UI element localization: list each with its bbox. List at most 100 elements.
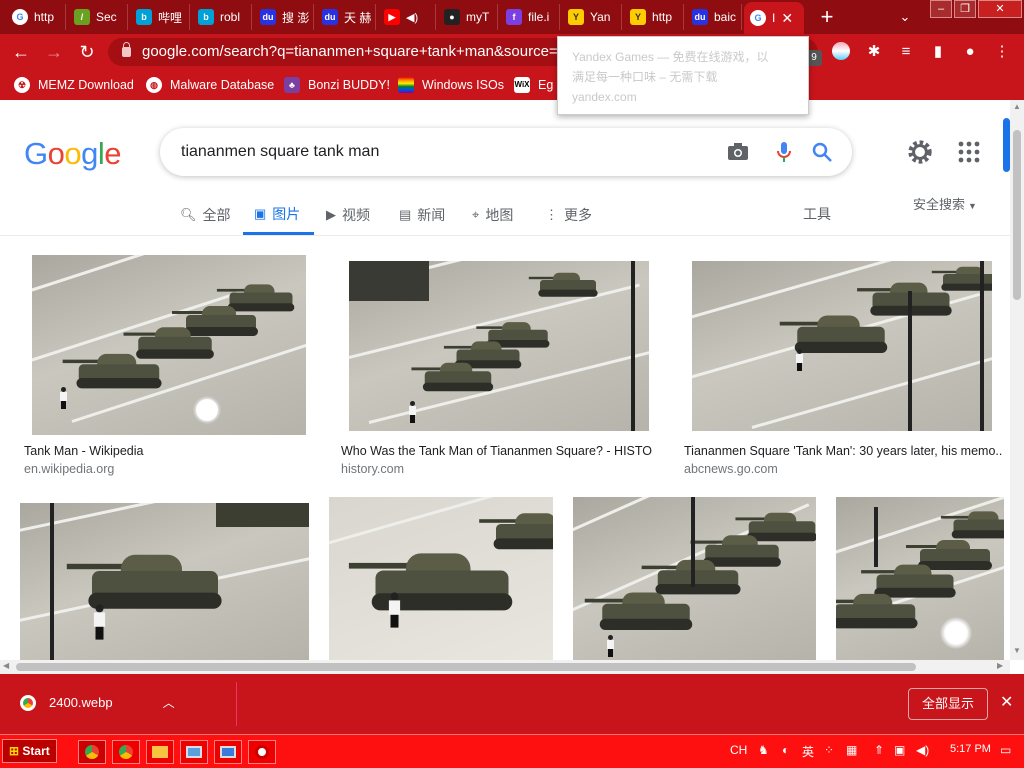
bookmark-windows-isos[interactable]: Windows ISOs (398, 70, 504, 100)
vertical-scrollbar[interactable]: ▲ ▼ (1010, 100, 1024, 660)
google-icon: G (12, 9, 28, 25)
download-item[interactable]: 2400.webp ︿ (20, 694, 175, 711)
extensions-icon[interactable]: ✱ (864, 42, 884, 62)
apps-grid-icon[interactable] (958, 141, 980, 163)
taskbar-chrome[interactable] (78, 740, 106, 764)
tab-search-button[interactable]: ⌄ (894, 6, 916, 28)
keyboard-icon[interactable]: ▦ (846, 743, 857, 757)
result-source-2[interactable]: history.com (341, 462, 404, 476)
tab-maps[interactable]: ⌖ 地图 (472, 196, 513, 234)
settings-gear-icon[interactable] (906, 138, 934, 166)
chevron-up-icon[interactable]: ︿ (163, 694, 175, 711)
close-window-button[interactable]: ✕ (978, 0, 1022, 18)
taskbar-app[interactable] (248, 740, 276, 764)
clock[interactable]: 5:17 PM (950, 743, 991, 755)
taskbar-explorer[interactable] (146, 740, 174, 764)
result-caption-3[interactable]: Tiananmen Square 'Tank Man': 30 years la… (684, 444, 1002, 458)
bookmark-bonzi-buddy[interactable]: ♣ Bonzi BUDDY! (284, 70, 390, 100)
tab-1[interactable]: Ghttp (6, 4, 66, 30)
tab-10[interactable]: Y Yan (562, 4, 622, 30)
taskbar-window[interactable] (214, 740, 242, 764)
search-box[interactable]: tiananmen square tank man (160, 128, 852, 176)
tab-7[interactable]: ▶ ◀) (378, 4, 436, 30)
volume-icon[interactable]: ◀) (916, 743, 929, 757)
microphone-icon[interactable] (772, 140, 796, 164)
result-image-6[interactable] (573, 497, 816, 660)
tab-4[interactable]: b robl (192, 4, 252, 30)
result-caption-1[interactable]: Tank Man - Wikipedia (24, 444, 314, 458)
show-all-downloads-button[interactable]: 全部显示 (908, 688, 988, 720)
hover-card-subtitle: 满足每一种口味 – 无需下载 (572, 70, 718, 84)
taskbar-chrome-2[interactable] (112, 740, 140, 764)
result-image-3[interactable] (692, 261, 992, 431)
result-source-3[interactable]: abcnews.go.com (684, 462, 778, 476)
result-image-1[interactable] (32, 255, 306, 435)
scroll-up-icon[interactable]: ▲ (1013, 102, 1021, 111)
forward-button[interactable]: → (43, 41, 65, 63)
tools-button[interactable]: 工具 (803, 204, 831, 224)
tab-6[interactable]: du 天 赫 (316, 4, 376, 30)
moon-icon[interactable]: ◐ (782, 743, 789, 757)
tab-all[interactable]: 🔍︎ 全部 (180, 196, 231, 234)
tab-2[interactable]: / Sec (68, 4, 128, 30)
reload-button[interactable]: ↻ (76, 41, 98, 63)
horizontal-scroll-thumb[interactable] (16, 663, 916, 671)
result-image-7[interactable] (836, 497, 1004, 660)
ime-mode[interactable]: 英 (802, 743, 814, 760)
bilibili-icon: b (198, 9, 214, 25)
ime-icon[interactable]: ♞ (758, 743, 769, 757)
taskbar-computer[interactable] (180, 740, 208, 764)
result-image-4[interactable] (20, 503, 309, 660)
tab-5[interactable]: du 搜 澎 (254, 4, 314, 30)
search-icon[interactable] (810, 140, 834, 164)
ime-options-icon[interactable]: ⁘ (824, 743, 834, 757)
tab-news[interactable]: ▤ 新闻 (399, 196, 445, 234)
tab-active[interactable]: G I ✕ (744, 2, 804, 34)
show-desktop-icon[interactable]: ▭ (1000, 743, 1011, 757)
scroll-down-icon[interactable]: ▼ (1013, 646, 1021, 655)
tab-more[interactable]: ⋮ 更多 (545, 196, 592, 234)
back-button[interactable]: ← (10, 41, 32, 63)
tab-12[interactable]: du baic (686, 4, 742, 30)
camera-icon[interactable] (726, 140, 750, 164)
new-tab-button[interactable]: + (816, 6, 838, 28)
bookmark-memz[interactable]: ☢ MEMZ Download (14, 70, 134, 100)
profile-flag-icon[interactable] (832, 42, 850, 60)
vertical-scroll-thumb[interactable] (1013, 130, 1021, 300)
google-logo[interactable]: Google (24, 136, 122, 172)
sign-in-button-edge[interactable] (1003, 118, 1010, 172)
maximize-button[interactable]: ❐ (954, 0, 976, 18)
tab-label: 新闻 (417, 207, 446, 223)
bookmark-malware-database[interactable]: ◍ Malware Database (146, 70, 274, 100)
close-tab-icon[interactable]: ✕ (781, 10, 793, 27)
account-icon[interactable]: ● (960, 42, 980, 62)
tab-8[interactable]: ● myT (438, 4, 498, 30)
result-image-2[interactable] (349, 261, 649, 431)
minimize-button[interactable]: – (930, 0, 952, 18)
tray-expand-icon[interactable]: ⇑ (874, 743, 884, 757)
start-button[interactable]: ⊞ Start (2, 739, 57, 763)
tab-label: 地图 (485, 207, 514, 223)
tab-3[interactable]: b 哔哩 (130, 4, 190, 30)
malware-icon: / (74, 9, 90, 25)
result-source-1[interactable]: en.wikipedia.org (24, 462, 114, 476)
scroll-right-icon[interactable]: ▶ (997, 661, 1003, 670)
tab-images[interactable]: ▣ 图片 (243, 196, 314, 235)
bookmark-eg[interactable]: WiX Eg (514, 70, 553, 100)
safe-search-dropdown[interactable]: 安全搜索 ▼ (913, 194, 977, 213)
tab-label: 更多 (564, 207, 592, 223)
tab-9[interactable]: f file.i (500, 4, 560, 30)
horizontal-scrollbar[interactable]: ◀ ▶ (0, 660, 1010, 674)
tab-videos[interactable]: ▶ 视频 (326, 196, 370, 234)
media-control-icon[interactable]: ≡ (896, 42, 916, 62)
result-image-5[interactable] (329, 497, 553, 660)
network-icon[interactable]: ▣ (894, 743, 905, 757)
scroll-left-icon[interactable]: ◀ (3, 661, 9, 670)
search-input[interactable]: tiananmen square tank man (181, 128, 379, 176)
tab-11[interactable]: Yhttp (624, 4, 684, 30)
result-caption-2[interactable]: Who Was the Tank Man of Tiananmen Square… (341, 444, 653, 458)
close-download-bar-icon[interactable]: ✕ (1000, 692, 1013, 712)
side-panel-icon[interactable]: ▮ (928, 42, 948, 62)
language-indicator[interactable]: CH (730, 743, 747, 757)
menu-icon[interactable]: ⋮ (992, 42, 1012, 62)
